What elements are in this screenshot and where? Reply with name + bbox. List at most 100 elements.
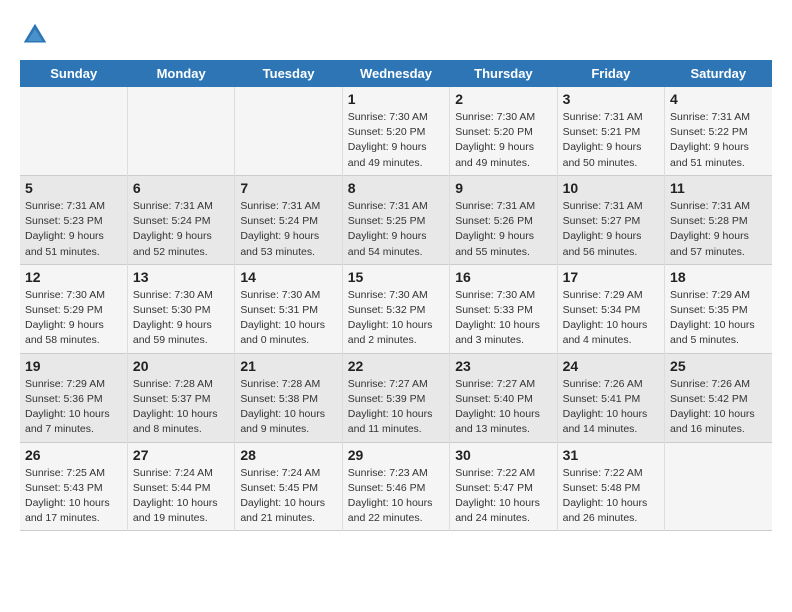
day-number: 27 — [133, 447, 229, 463]
calendar-cell: 1Sunrise: 7:30 AM Sunset: 5:20 PM Daylig… — [342, 87, 449, 175]
week-row-2: 5Sunrise: 7:31 AM Sunset: 5:23 PM Daylig… — [20, 175, 772, 264]
day-number: 6 — [133, 180, 229, 196]
calendar-cell: 14Sunrise: 7:30 AM Sunset: 5:31 PM Dayli… — [235, 264, 342, 353]
day-info: Sunrise: 7:30 AM Sunset: 5:33 PM Dayligh… — [455, 288, 551, 349]
day-info: Sunrise: 7:31 AM Sunset: 5:28 PM Dayligh… — [670, 199, 767, 260]
day-info: Sunrise: 7:30 AM Sunset: 5:20 PM Dayligh… — [455, 110, 551, 171]
calendar-cell: 9 Sunrise: 7:31 AM Sunset: 5:26 PM Daylig… — [450, 175, 557, 264]
day-info: Sunrise: 7:31 AM Sunset: 5:25 PM Dayligh… — [348, 199, 444, 260]
calendar-cell: 7Sunrise: 7:31 AM Sunset: 5:24 PM Daylig… — [235, 175, 342, 264]
calendar-cell: 17 Sunrise: 7:29 AM Sunset: 5:34 PM Dayli… — [557, 264, 664, 353]
calendar-cell: 4 Sunrise: 7:31 AM Sunset: 5:22 PM Daylig… — [665, 87, 772, 175]
day-info: Sunrise: 7:26 AM Sunset: 5:41 PM Dayligh… — [563, 377, 659, 438]
day-number: 15 — [348, 269, 444, 285]
calendar-cell: 31 Sunrise: 7:22 AM Sunset: 5:48 PM Dayli… — [557, 442, 664, 531]
day-info: Sunrise: 7:30 AM Sunset: 5:30 PM Dayligh… — [133, 288, 229, 349]
calendar-cell: 11 Sunrise: 7:31 AM Sunset: 5:28 PM Dayli… — [665, 175, 772, 264]
calendar-cell: 13 Sunrise: 7:30 AM Sunset: 5:30 PM Dayli… — [127, 264, 234, 353]
logo — [20, 20, 54, 50]
page-header — [20, 20, 772, 50]
calendar-cell: 20 Sunrise: 7:28 AM Sunset: 5:37 PM Dayli… — [127, 353, 234, 442]
day-number: 24 — [563, 358, 659, 374]
header-day-tuesday: Tuesday — [235, 60, 342, 87]
day-info: Sunrise: 7:22 AM Sunset: 5:47 PM Dayligh… — [455, 466, 551, 527]
header-day-sunday: Sunday — [20, 60, 127, 87]
calendar-cell: 26 Sunrise: 7:25 AM Sunset: 5:43 PM Dayli… — [20, 442, 127, 531]
calendar-cell: 24 Sunrise: 7:26 AM Sunset: 5:41 PM Dayli… — [557, 353, 664, 442]
day-info: Sunrise: 7:31 AM Sunset: 5:24 PM Dayligh… — [133, 199, 229, 260]
day-info: Sunrise: 7:30 AM Sunset: 5:29 PM Dayligh… — [25, 288, 122, 349]
day-info: Sunrise: 7:22 AM Sunset: 5:48 PM Dayligh… — [563, 466, 659, 527]
day-info: Sunrise: 7:23 AM Sunset: 5:46 PM Dayligh… — [348, 466, 444, 527]
calendar-cell: 6 Sunrise: 7:31 AM Sunset: 5:24 PM Daylig… — [127, 175, 234, 264]
day-number: 14 — [240, 269, 336, 285]
day-info: Sunrise: 7:29 AM Sunset: 5:35 PM Dayligh… — [670, 288, 767, 349]
day-info: Sunrise: 7:25 AM Sunset: 5:43 PM Dayligh… — [25, 466, 122, 527]
calendar-cell — [665, 442, 772, 531]
week-row-5: 26 Sunrise: 7:25 AM Sunset: 5:43 PM Dayli… — [20, 442, 772, 531]
day-number: 8 — [348, 180, 444, 196]
day-info: Sunrise: 7:28 AM Sunset: 5:38 PM Dayligh… — [240, 377, 336, 438]
calendar-cell: 19 Sunrise: 7:29 AM Sunset: 5:36 PM Dayli… — [20, 353, 127, 442]
day-number: 28 — [240, 447, 336, 463]
day-number: 17 — [563, 269, 659, 285]
day-info: Sunrise: 7:30 AM Sunset: 5:32 PM Dayligh… — [348, 288, 444, 349]
day-info: Sunrise: 7:31 AM Sunset: 5:21 PM Dayligh… — [563, 110, 659, 171]
day-info: Sunrise: 7:31 AM Sunset: 5:26 PM Dayligh… — [455, 199, 551, 260]
calendar-cell: 29 Sunrise: 7:23 AM Sunset: 5:46 PM Dayli… — [342, 442, 449, 531]
day-number: 5 — [25, 180, 122, 196]
calendar-cell: 28 Sunrise: 7:24 AM Sunset: 5:45 PM Dayli… — [235, 442, 342, 531]
day-info: Sunrise: 7:28 AM Sunset: 5:37 PM Dayligh… — [133, 377, 229, 438]
day-number: 20 — [133, 358, 229, 374]
day-number: 31 — [563, 447, 659, 463]
day-number: 1 — [348, 91, 444, 107]
calendar-cell: 10Sunrise: 7:31 AM Sunset: 5:27 PM Dayli… — [557, 175, 664, 264]
day-info: Sunrise: 7:24 AM Sunset: 5:44 PM Dayligh… — [133, 466, 229, 527]
day-number: 11 — [670, 180, 767, 196]
day-number: 18 — [670, 269, 767, 285]
day-number: 26 — [25, 447, 122, 463]
day-number: 19 — [25, 358, 122, 374]
calendar-cell: 15 Sunrise: 7:30 AM Sunset: 5:32 PM Dayli… — [342, 264, 449, 353]
calendar-cell — [127, 87, 234, 175]
day-number: 22 — [348, 358, 444, 374]
day-info: Sunrise: 7:29 AM Sunset: 5:34 PM Dayligh… — [563, 288, 659, 349]
day-number: 3 — [563, 91, 659, 107]
calendar-cell: 8 Sunrise: 7:31 AM Sunset: 5:25 PM Daylig… — [342, 175, 449, 264]
day-number: 16 — [455, 269, 551, 285]
day-info: Sunrise: 7:24 AM Sunset: 5:45 PM Dayligh… — [240, 466, 336, 527]
header-day-thursday: Thursday — [450, 60, 557, 87]
calendar-cell: 25 Sunrise: 7:26 AM Sunset: 5:42 PM Dayli… — [665, 353, 772, 442]
day-number: 21 — [240, 358, 336, 374]
calendar-cell: 16 Sunrise: 7:30 AM Sunset: 5:33 PM Dayli… — [450, 264, 557, 353]
day-number: 30 — [455, 447, 551, 463]
calendar-cell: 22Sunrise: 7:27 AM Sunset: 5:39 PM Dayli… — [342, 353, 449, 442]
day-number: 13 — [133, 269, 229, 285]
calendar-header: SundayMondayTuesdayWednesdayThursdayFrid… — [20, 60, 772, 87]
calendar-cell — [20, 87, 127, 175]
header-day-wednesday: Wednesday — [342, 60, 449, 87]
day-number: 29 — [348, 447, 444, 463]
calendar-cell: 12Sunrise: 7:30 AM Sunset: 5:29 PM Dayli… — [20, 264, 127, 353]
logo-icon — [20, 20, 50, 50]
calendar-cell: 5Sunrise: 7:31 AM Sunset: 5:23 PM Daylig… — [20, 175, 127, 264]
day-number: 7 — [240, 180, 336, 196]
day-info: Sunrise: 7:26 AM Sunset: 5:42 PM Dayligh… — [670, 377, 767, 438]
day-info: Sunrise: 7:29 AM Sunset: 5:36 PM Dayligh… — [25, 377, 122, 438]
header-day-saturday: Saturday — [665, 60, 772, 87]
day-number: 25 — [670, 358, 767, 374]
calendar-cell: 3 Sunrise: 7:31 AM Sunset: 5:21 PM Daylig… — [557, 87, 664, 175]
calendar-cell: 30 Sunrise: 7:22 AM Sunset: 5:47 PM Dayli… — [450, 442, 557, 531]
week-row-4: 19 Sunrise: 7:29 AM Sunset: 5:36 PM Dayli… — [20, 353, 772, 442]
week-row-3: 12Sunrise: 7:30 AM Sunset: 5:29 PM Dayli… — [20, 264, 772, 353]
calendar-cell: 27 Sunrise: 7:24 AM Sunset: 5:44 PM Dayli… — [127, 442, 234, 531]
day-number: 23 — [455, 358, 551, 374]
header-day-monday: Monday — [127, 60, 234, 87]
day-number: 2 — [455, 91, 551, 107]
day-info: Sunrise: 7:31 AM Sunset: 5:22 PM Dayligh… — [670, 110, 767, 171]
day-number: 4 — [670, 91, 767, 107]
day-number: 10 — [563, 180, 659, 196]
day-number: 9 — [455, 180, 551, 196]
day-info: Sunrise: 7:27 AM Sunset: 5:40 PM Dayligh… — [455, 377, 551, 438]
calendar-cell: 21 Sunrise: 7:28 AM Sunset: 5:38 PM Dayli… — [235, 353, 342, 442]
